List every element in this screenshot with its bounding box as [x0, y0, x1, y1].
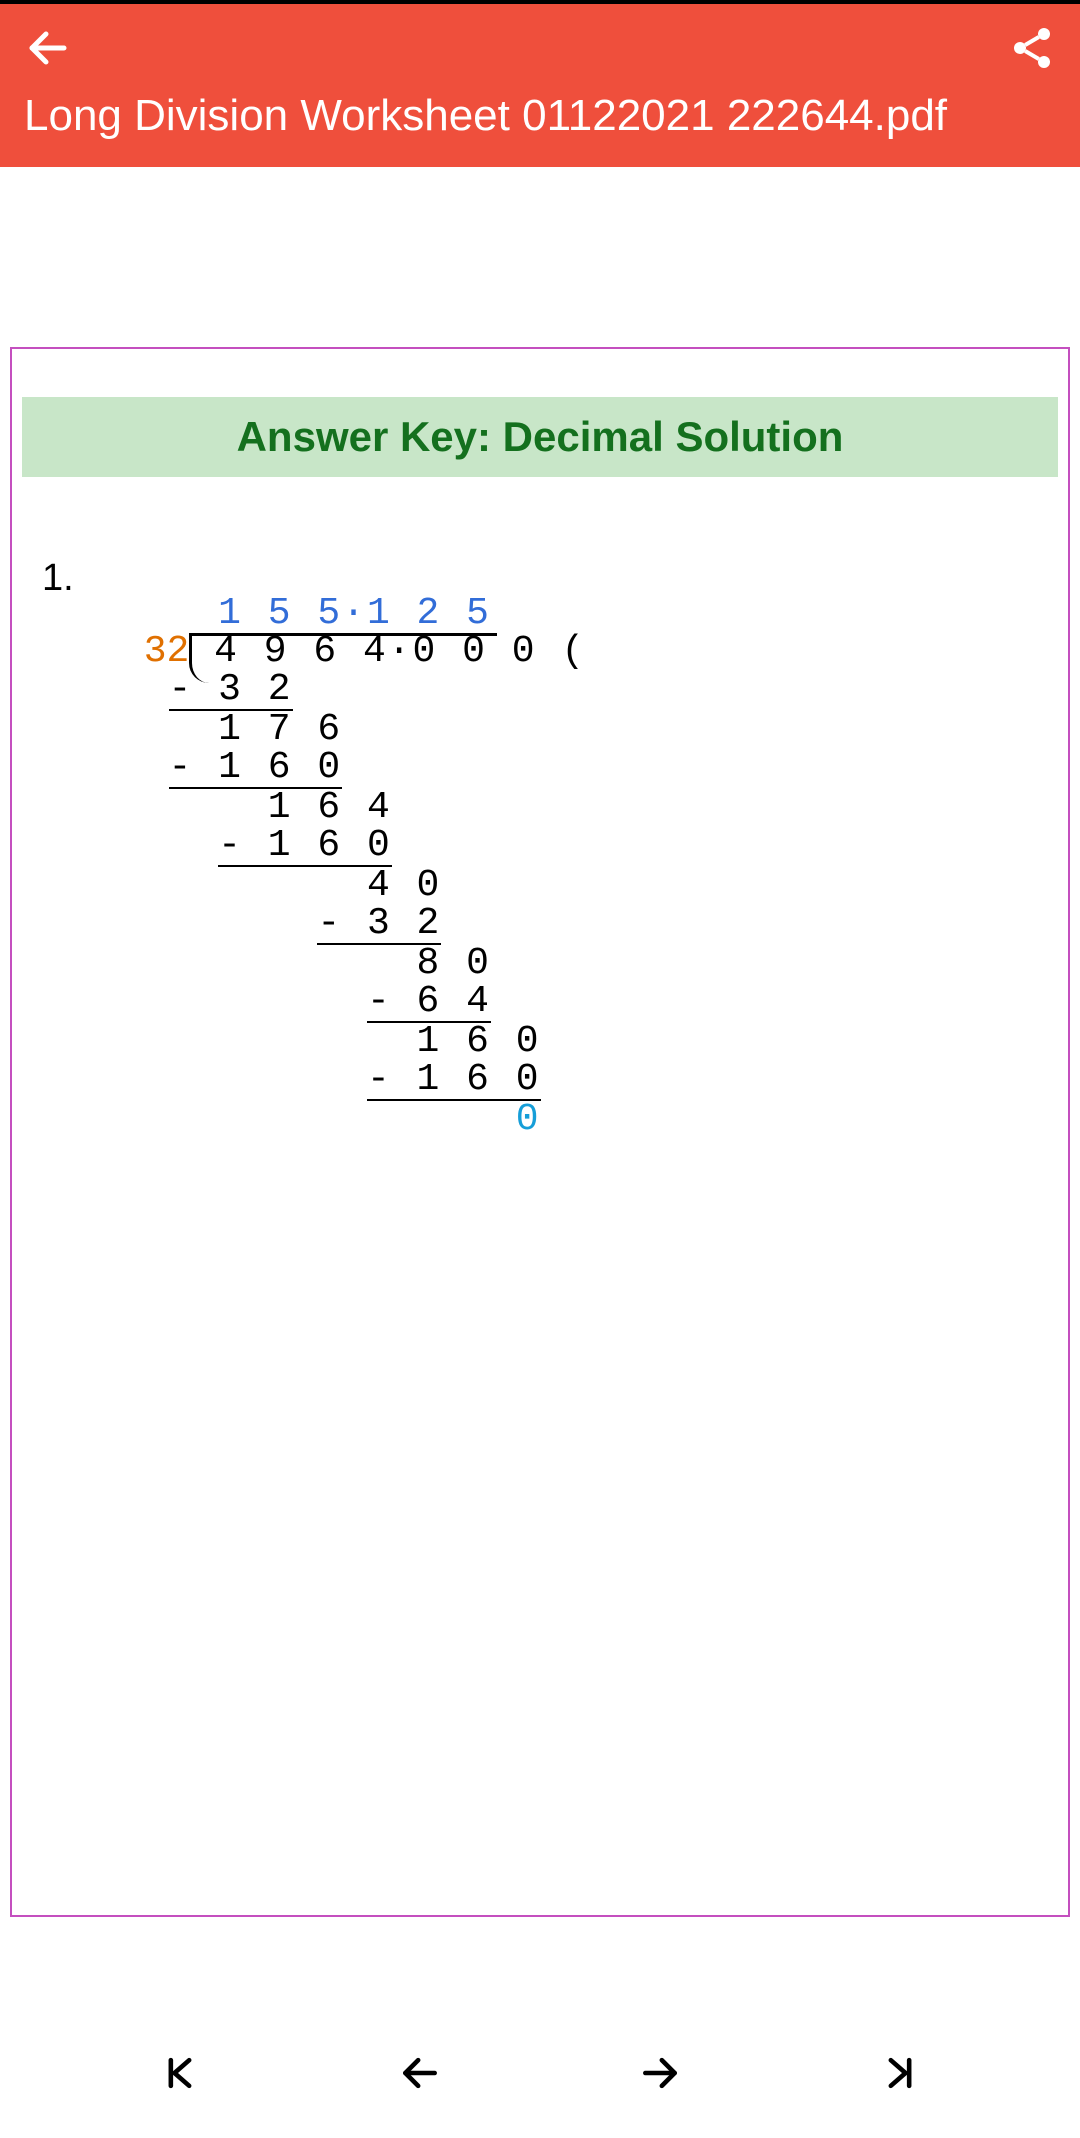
- last-page-icon: [878, 2051, 922, 2095]
- last-page-button[interactable]: [870, 2043, 930, 2103]
- open-paren: (: [561, 630, 586, 673]
- step-row: - 3 2: [144, 902, 442, 945]
- arrow-right-icon: [638, 2051, 682, 2095]
- first-page-icon: [158, 2051, 202, 2095]
- step-row: - 3 2: [144, 668, 293, 711]
- step-row: - 1 6 0: [144, 824, 392, 867]
- header-toolbar: [24, 24, 1056, 72]
- arrow-left-icon: [24, 24, 72, 72]
- step-row: - 1 6 0: [144, 746, 342, 789]
- step-row: - 6 4: [144, 980, 491, 1023]
- dividend: 4 9 6 4·0 0 0: [214, 630, 536, 673]
- page-navigation: [0, 2008, 1080, 2138]
- document-viewport[interactable]: Answer Key: Decimal Solution 1. 1 5 5·1 …: [0, 167, 1080, 2008]
- share-icon: [1008, 24, 1056, 72]
- page-frame: Answer Key: Decimal Solution 1. 1 5 5·1 …: [10, 347, 1070, 1917]
- long-division-problem: 1. 1 5 5·1 2 5 32 4 9 6 4·0 0 0 ( - 3 2 …: [42, 557, 1068, 1177]
- quotient: 1 5 5·1 2 5: [144, 592, 491, 635]
- long-division-work: 1 5 5·1 2 5 32 4 9 6 4·0 0 0 ( - 3 2 1 7…: [144, 557, 587, 1177]
- document-title: Long Division Worksheet 01122021 222644.…: [24, 90, 1056, 143]
- banner-text: Answer Key: Decimal Solution: [237, 413, 844, 460]
- step-row: 1 6 0: [144, 1020, 541, 1063]
- divisor: 32: [144, 630, 190, 673]
- prev-page-button[interactable]: [390, 2043, 450, 2103]
- app-header: Long Division Worksheet 01122021 222644.…: [0, 4, 1080, 167]
- answer-key-banner: Answer Key: Decimal Solution: [22, 397, 1058, 477]
- next-page-button[interactable]: [630, 2043, 690, 2103]
- step-row: 1 6 4: [144, 786, 392, 829]
- share-button[interactable]: [1008, 24, 1056, 72]
- arrow-left-icon: [398, 2051, 442, 2095]
- back-button[interactable]: [24, 24, 72, 72]
- step-row: 4 0: [144, 864, 442, 907]
- problem-number: 1.: [42, 557, 74, 600]
- first-page-button[interactable]: [150, 2043, 210, 2103]
- step-row: 1 7 6: [144, 708, 342, 751]
- dividend-area: 4 9 6 4·0 0 0 (: [189, 633, 586, 671]
- remainder: 0: [144, 1098, 541, 1141]
- step-row: 8 0: [144, 942, 491, 985]
- step-row: - 1 6 0: [144, 1058, 541, 1101]
